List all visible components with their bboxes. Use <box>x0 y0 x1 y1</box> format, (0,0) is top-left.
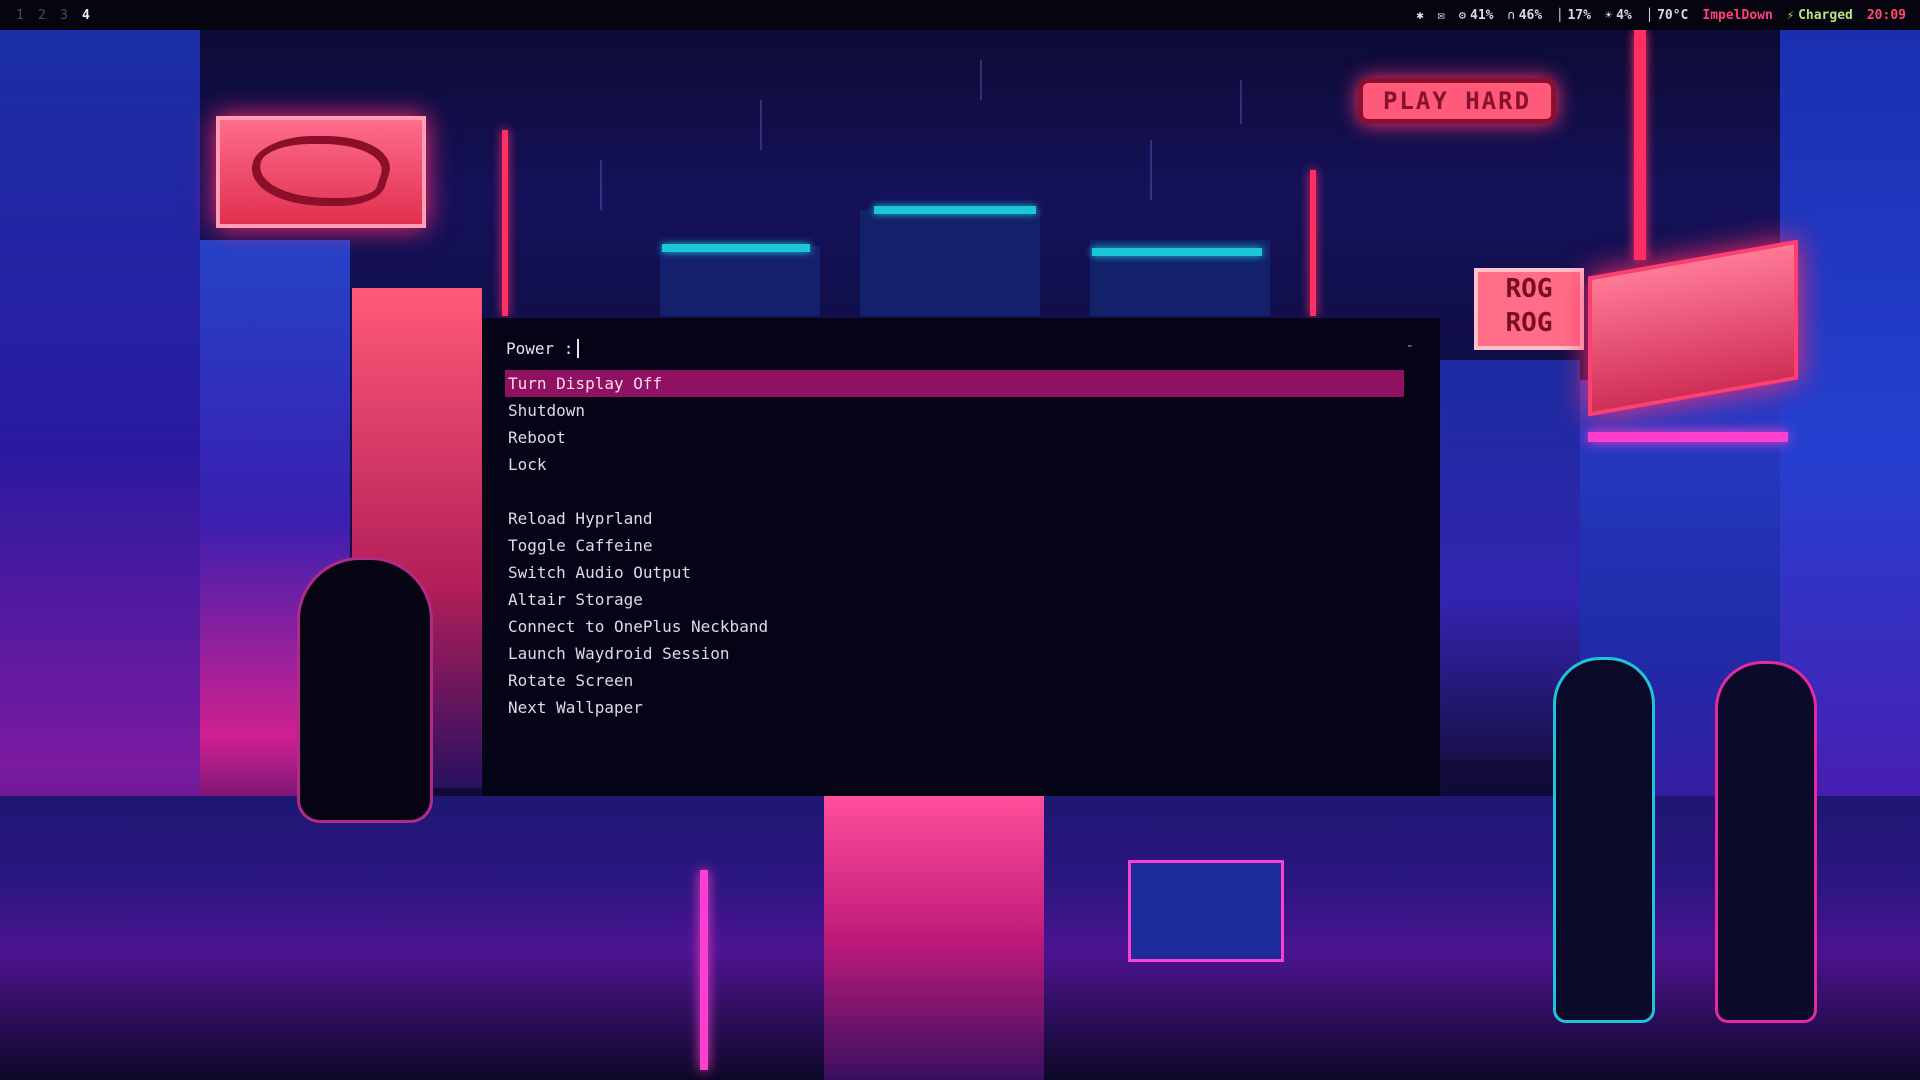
entry-toggle-caffeine[interactable]: Toggle Caffeine <box>505 532 1404 559</box>
workspace-1[interactable]: 1 <box>16 8 38 23</box>
rain-streak <box>980 60 982 100</box>
clock-module[interactable]: 20:09 <box>1867 8 1906 23</box>
rog-logo-sign <box>216 116 426 228</box>
neon-strip-street <box>700 870 708 1070</box>
notifications-module[interactable]: ✉ <box>1438 8 1445 22</box>
workspace-2[interactable]: 2 <box>38 8 60 23</box>
headphones-icon: ∩ <box>1507 8 1515 22</box>
battery-status: Charged <box>1798 7 1853 23</box>
workspace-4[interactable]: 4 <box>82 8 104 23</box>
status-modules: ✱ ✉ ⚙ 41% ∩ 46% │ 17% ☀ 4% │ 70°C ImpelD… <box>1416 8 1920 23</box>
prompt-label: Power : <box>506 339 574 358</box>
brightness-module[interactable]: ☀ 4% <box>1605 8 1632 23</box>
entry-list: Turn Display Off Shutdown Reboot Lock Re… <box>505 370 1404 721</box>
entry-rotate-screen[interactable]: Rotate Screen <box>505 667 1404 694</box>
power-menu-launcher: Power : - Turn Display Off Shutdown Rebo… <box>482 318 1440 796</box>
roof-glow-3 <box>1092 248 1262 256</box>
clock-time: 20:09 <box>1866 7 1906 23</box>
street-neon-block <box>824 796 1044 1080</box>
prompt-row[interactable]: Power : <box>506 339 580 358</box>
hooded-figure-2 <box>1718 664 1814 1020</box>
entry-lock[interactable]: Lock <box>505 451 1404 478</box>
entry-launch-waydroid-session[interactable]: Launch Waydroid Session <box>505 640 1404 667</box>
volume-module[interactable]: ∩ 46% <box>1508 8 1543 23</box>
charging-bolt-icon: ⚡ <box>1786 8 1795 22</box>
volume-value: 46% <box>1518 7 1543 23</box>
entry-altair-storage[interactable]: Altair Storage <box>505 586 1404 613</box>
thermometer-icon: │ <box>1645 8 1654 22</box>
entry-turn-display-off[interactable]: Turn Display Off <box>505 370 1404 397</box>
cpu-icon: ⚙ <box>1458 8 1467 22</box>
neon-pole-2 <box>1310 170 1316 316</box>
entry-connect-oneplus-neckband[interactable]: Connect to OnePlus Neckband <box>505 613 1404 640</box>
cpu-module[interactable]: ⚙ 41% <box>1459 8 1494 23</box>
entry-separator <box>505 478 1404 505</box>
rain-streak <box>760 100 762 150</box>
network-name: ImpelDown <box>1702 7 1773 23</box>
desktop: PLAY HARD ROG ROG 1 2 3 4 ✱ ✉ ⚙ 41% ∩ 46… <box>0 0 1920 1080</box>
microphone-icon: │ <box>1556 8 1564 22</box>
hooded-figure-1 <box>1556 660 1652 1020</box>
brightness-value: 4% <box>1616 7 1632 23</box>
temperature-module[interactable]: │ 70°C <box>1646 8 1689 23</box>
mic-module[interactable]: │ 17% <box>1556 8 1591 23</box>
brightness-icon: ☀ <box>1604 8 1613 22</box>
rain-streak <box>1150 140 1152 200</box>
bluetooth-icon: ✱ <box>1416 8 1424 22</box>
neon-pole-1 <box>502 130 508 316</box>
distant-building-1 <box>660 246 820 316</box>
status-bar: 1 2 3 4 ✱ ✉ ⚙ 41% ∩ 46% │ 17% ☀ 4% │ 70°… <box>0 0 1920 30</box>
workspace-3[interactable]: 3 <box>60 8 82 23</box>
roof-glow-2 <box>874 206 1036 214</box>
network-module[interactable]: ImpelDown <box>1702 8 1772 23</box>
rain-streak <box>1240 80 1242 124</box>
street-window-panel <box>1128 860 1284 962</box>
rog-rog-sign: ROG ROG <box>1474 268 1584 350</box>
rog-rog-line-2: ROG <box>1505 308 1553 338</box>
battery-module[interactable]: ⚡ Charged <box>1787 8 1853 23</box>
roof-glow-1 <box>662 244 810 252</box>
temperature-value: 70°C <box>1657 7 1689 23</box>
workspace-switcher: 1 2 3 4 <box>0 8 104 23</box>
distant-building-2 <box>860 210 1040 316</box>
rain-streak <box>600 160 602 210</box>
entry-reload-hyprland[interactable]: Reload Hyprland <box>505 505 1404 532</box>
rog-eye-logo <box>238 136 402 206</box>
mic-value: 17% <box>1567 7 1591 23</box>
bluetooth-module[interactable]: ✱ <box>1416 8 1423 22</box>
entry-reboot[interactable]: Reboot <box>505 424 1404 451</box>
entry-switch-audio-output[interactable]: Switch Audio Output <box>505 559 1404 586</box>
notifications-off-icon: ✉ <box>1437 8 1445 22</box>
neon-ring <box>1588 432 1788 442</box>
neon-pole-3 <box>1634 30 1646 260</box>
play-hard-sign: PLAY HARD <box>1358 78 1556 124</box>
text-caret <box>577 339 580 358</box>
rog-rog-line-1: ROG <box>1505 274 1553 304</box>
entry-next-wallpaper[interactable]: Next Wallpaper <box>505 694 1404 721</box>
silhouette-figure <box>300 560 430 820</box>
cpu-value: 41% <box>1470 7 1494 23</box>
entry-shutdown[interactable]: Shutdown <box>505 397 1404 424</box>
mode-indicator: - <box>1405 338 1414 354</box>
